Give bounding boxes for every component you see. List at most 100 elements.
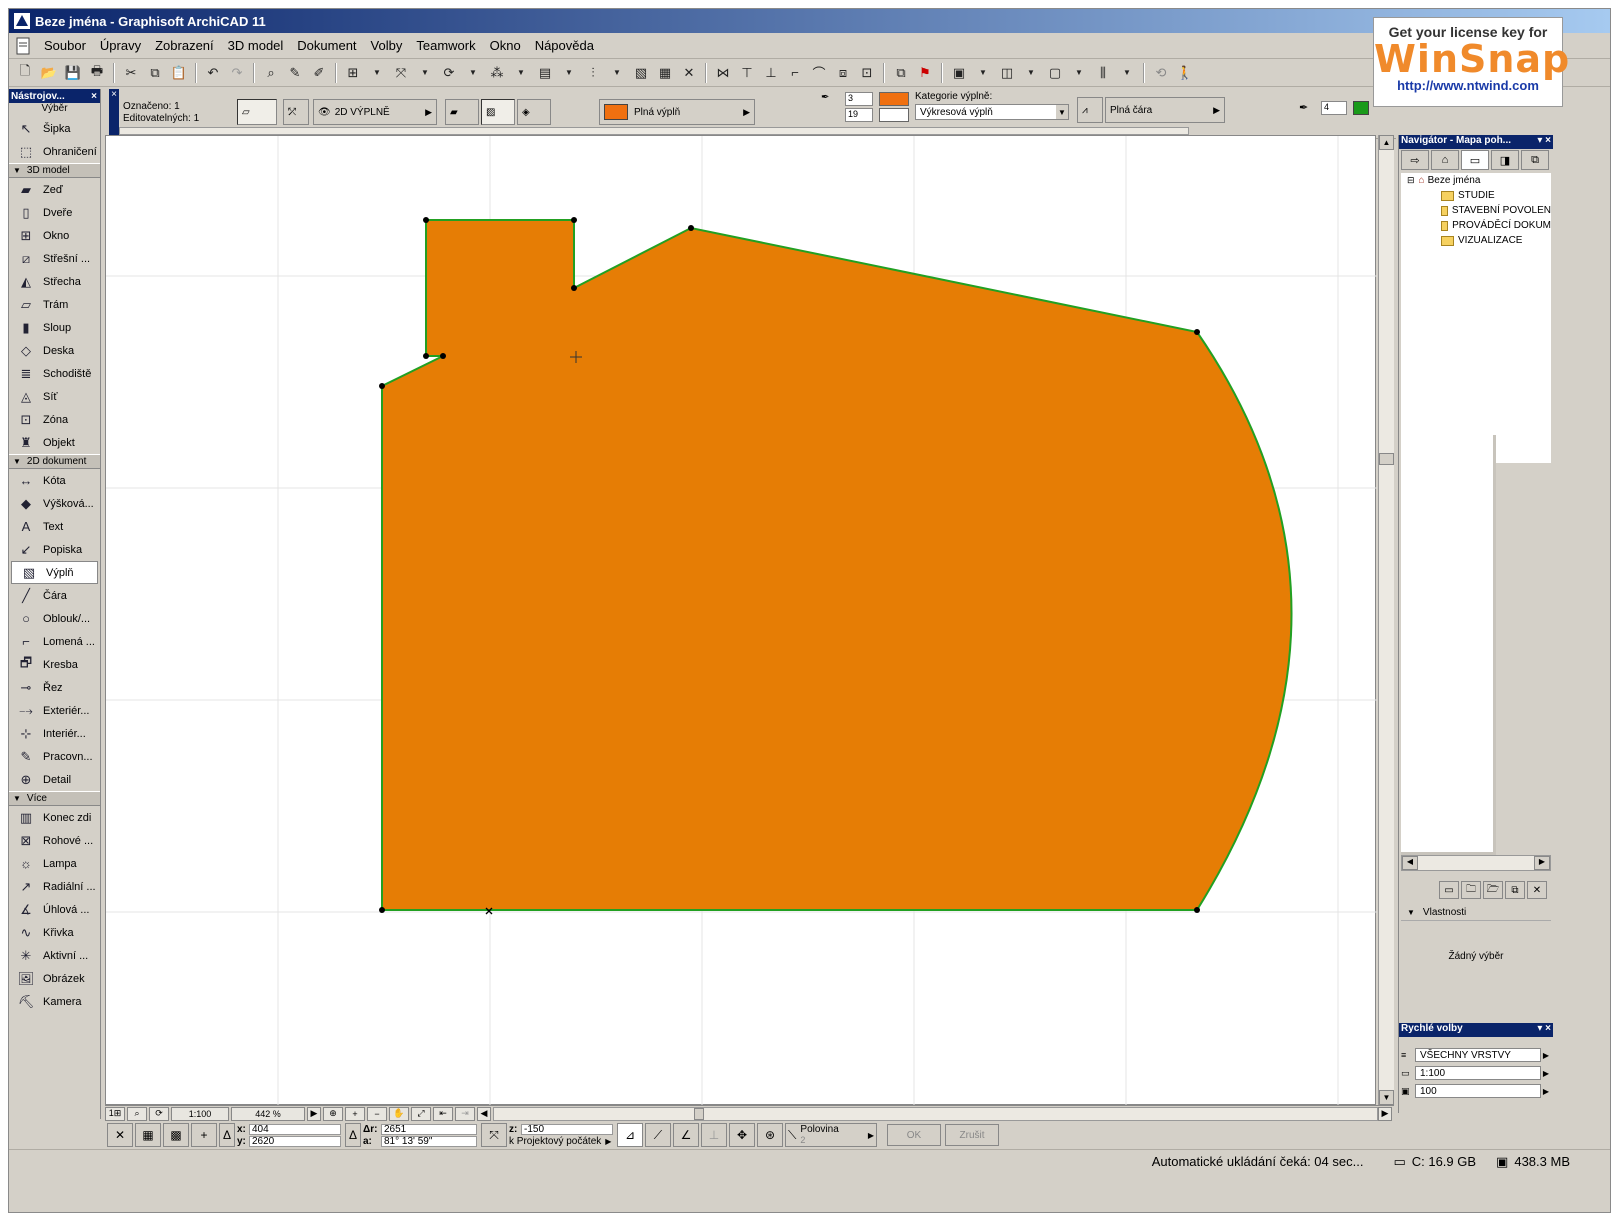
category-dropdown[interactable]: Výkresová výplň ▼	[915, 104, 1069, 120]
tool-radial-dim[interactable]: ↗ Radiální ...	[9, 875, 100, 898]
fill-type-selector[interactable]: Plná výplň ▶	[599, 99, 755, 125]
print-icon[interactable]: 🖶	[86, 62, 108, 84]
tool-arrow[interactable]: ↖ Šipka	[9, 117, 100, 140]
tool-zone[interactable]: ⊡ Zóna	[9, 408, 100, 431]
tool-dimension[interactable]: ↔ Kóta	[9, 469, 100, 492]
chevron-right-icon[interactable]: ▶	[1541, 1087, 1551, 1096]
geometry-method-polygon[interactable]: ▰	[445, 99, 479, 125]
pan-hand-icon[interactable]: ✋	[389, 1106, 409, 1121]
fit-in-window-icon[interactable]: ⤢	[411, 1106, 431, 1121]
syringe-icon[interactable]: ✐	[308, 62, 330, 84]
view-frame-icon[interactable]: ▢	[1044, 62, 1066, 84]
quick-option-value[interactable]: 100	[1415, 1084, 1541, 1098]
scroll-left-icon[interactable]: ◀	[1402, 856, 1418, 870]
dropdown-arrow-icon[interactable]: ▼	[510, 62, 532, 84]
resize-icon[interactable]: ⊡	[856, 62, 878, 84]
tool-mesh[interactable]: ◬ Síť	[9, 385, 100, 408]
quick-option-value[interactable]: 1:100	[1415, 1066, 1541, 1080]
tool-roof[interactable]: ◭ Střecha	[9, 270, 100, 293]
offset-icon[interactable]: ⧈	[832, 62, 854, 84]
new-subset-icon[interactable]: 🗁	[1483, 881, 1503, 899]
tree-root[interactable]: ⊟ ⌂ Beze jména	[1401, 173, 1551, 188]
menu-3d-model[interactable]: 3D model	[221, 36, 291, 55]
open-file-icon[interactable]: 📂	[38, 62, 60, 84]
zoom-display[interactable]: 442 %	[231, 1106, 305, 1121]
orbit-icon[interactable]: ⟲	[1150, 62, 1172, 84]
adjust-icon[interactable]: ⌐	[784, 62, 806, 84]
bisector-icon[interactable]: ✥	[729, 1123, 755, 1147]
perpendicular-icon[interactable]: ⊥	[701, 1123, 727, 1147]
tool-hotspot[interactable]: ✳ Aktivní ...	[9, 944, 100, 967]
elevation-marker-icon[interactable]: ⫶	[582, 62, 604, 84]
background-color-swatch[interactable]	[879, 108, 909, 122]
save-icon[interactable]: 💾	[62, 62, 84, 84]
marker-icon[interactable]: ⚑	[914, 62, 936, 84]
menu-upravy[interactable]: Úpravy	[93, 36, 148, 55]
dr-value[interactable]: 2651	[381, 1123, 477, 1135]
tool-marquee[interactable]: ⬚ Ohraničení	[9, 140, 100, 163]
menu-okno[interactable]: Okno	[483, 36, 528, 55]
next-zoom-icon[interactable]: ⇥	[455, 1106, 475, 1121]
canvas-horizontal-scrollbar[interactable]	[493, 1106, 1378, 1121]
quick-option-row[interactable]: ≡ VŠECHNY VRSTVY ▶	[1401, 1047, 1551, 1063]
multiply-icon[interactable]: ⁂	[486, 62, 508, 84]
line-type-icon-button[interactable]: ⩘	[1077, 97, 1103, 123]
z-value[interactable]: -150	[521, 1123, 613, 1135]
close-icon[interactable]: ×	[91, 91, 100, 102]
pen-color-swatch[interactable]	[879, 92, 909, 106]
parallel-icon[interactable]: ∠	[673, 1123, 699, 1147]
tool-lamp[interactable]: ☼ Lampa	[9, 852, 100, 875]
tool-camera[interactable]: ⛏ Kamera	[9, 990, 100, 1013]
scroll-thumb[interactable]	[694, 1107, 704, 1120]
quick-option-value[interactable]: VŠECHNY VRSTVY	[1415, 1048, 1541, 1062]
dropdown-arrow-icon[interactable]: ▼	[414, 62, 436, 84]
previous-zoom-icon[interactable]: ⇤	[433, 1106, 453, 1121]
menu-napoveda[interactable]: Nápověda	[528, 36, 601, 55]
scale-display[interactable]: 1:100	[171, 1106, 229, 1121]
tool-line[interactable]: ╱ Čára	[9, 584, 100, 607]
tool-text[interactable]: A Text	[9, 515, 100, 538]
tree-folder[interactable]: STAVEBNÍ POVOLEN	[1401, 203, 1551, 218]
construction-grid-icon[interactable]: ▩	[163, 1123, 189, 1147]
cut-icon[interactable]: ✂	[120, 62, 142, 84]
close-icon[interactable]: ×	[109, 89, 119, 139]
tool-interior[interactable]: ⊹ Interiér...	[9, 722, 100, 745]
chevron-right-icon[interactable]: ▶	[1541, 1051, 1551, 1060]
fillet-icon[interactable]: ⌒	[808, 62, 830, 84]
tool-label[interactable]: ↙ Popiska	[9, 538, 100, 561]
origin-label[interactable]: k Projektový počátek	[509, 1136, 601, 1147]
scroll-down-icon[interactable]: ▼	[1379, 1090, 1394, 1105]
walk-icon[interactable]: 🚶	[1174, 62, 1196, 84]
tree-folder[interactable]: STUDIE	[1401, 188, 1551, 203]
geometry-method-rotated[interactable]: ◈	[517, 99, 551, 125]
vertex-handle[interactable]	[1194, 907, 1200, 913]
chevron-right-icon[interactable]: ▶	[1541, 1069, 1551, 1078]
magic-wand-icon[interactable]: ⊿	[617, 1123, 643, 1147]
vertex-handle[interactable]	[379, 907, 385, 913]
vertex-handle[interactable]	[379, 383, 385, 389]
undo-icon[interactable]: ↶	[202, 62, 224, 84]
tool-object[interactable]: ♜ Objekt	[9, 431, 100, 454]
tool-angle-dim[interactable]: ∡ Úhlová ...	[9, 898, 100, 921]
copy-icon[interactable]: ⧉	[144, 62, 166, 84]
new-folder-icon[interactable]: 🗀	[1461, 881, 1481, 899]
quick-option-row[interactable]: ▭ 1:100 ▶	[1401, 1065, 1551, 1081]
layer-selector[interactable]: 👁 2D VÝPLNĚ ▶	[313, 99, 437, 125]
zoom-out-icon[interactable]: −	[367, 1106, 387, 1121]
vertex-handle[interactable]	[423, 217, 429, 223]
scroll-left-icon[interactable]: ◀	[477, 1106, 491, 1121]
vertex-handle[interactable]	[440, 353, 446, 359]
trace-icon[interactable]: ⧉	[890, 62, 912, 84]
tool-stair[interactable]: ≣ Schodiště	[9, 362, 100, 385]
tool-arc[interactable]: ○ Oblouk/...	[9, 607, 100, 630]
tool-level[interactable]: ◆ Výšková...	[9, 492, 100, 515]
view-map-tab-icon[interactable]: ⌂	[1431, 150, 1459, 170]
tool-roof-window[interactable]: ⧄ Střešní ...	[9, 247, 100, 270]
x-value[interactable]: 404	[249, 1123, 341, 1135]
tool-wall[interactable]: ▰ Zeď	[9, 178, 100, 201]
vertex-handle[interactable]	[688, 225, 694, 231]
dropdown-arrow-icon[interactable]: ▼	[1068, 62, 1090, 84]
tool-section[interactable]: ⊸ Řez	[9, 676, 100, 699]
chevron-right-icon[interactable]: ▶	[605, 1137, 611, 1146]
publisher-tab-icon[interactable]: ◨	[1491, 150, 1519, 170]
